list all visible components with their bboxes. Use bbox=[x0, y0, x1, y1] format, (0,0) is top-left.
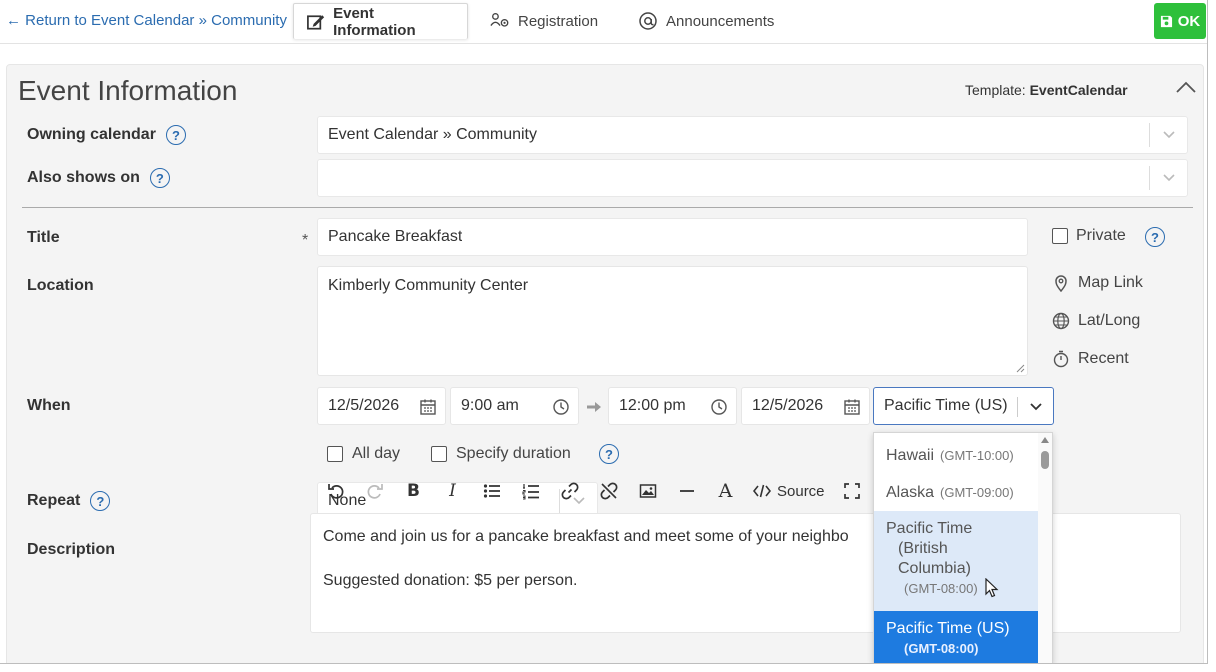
owning-calendar-select[interactable]: Event Calendar » Community bbox=[317, 116, 1188, 154]
unlink-icon bbox=[600, 482, 617, 500]
help-icon[interactable]: ? bbox=[165, 125, 186, 145]
top-bar: ← Return to Event Calendar » Community E… bbox=[0, 0, 1207, 44]
location-label: Location bbox=[27, 277, 94, 294]
image-button[interactable] bbox=[628, 476, 667, 506]
panel-title: Event Information bbox=[18, 75, 238, 106]
clock-icon[interactable] bbox=[552, 398, 570, 416]
end-date-input[interactable]: 12/5/2026 bbox=[741, 387, 870, 425]
horizontal-line-button[interactable] bbox=[667, 476, 706, 506]
chevron-down-icon bbox=[1149, 123, 1187, 147]
also-shows-on-select[interactable] bbox=[317, 159, 1188, 197]
title-label: Title bbox=[27, 229, 60, 246]
image-icon bbox=[639, 484, 656, 498]
checkbox[interactable] bbox=[1052, 228, 1068, 244]
bold-icon: B bbox=[407, 481, 420, 501]
people-gear-icon bbox=[490, 13, 509, 27]
edit-icon bbox=[307, 14, 325, 30]
font-color-icon: A bbox=[718, 480, 733, 502]
globe-icon bbox=[1052, 312, 1070, 330]
private-checkbox[interactable]: Private bbox=[1052, 227, 1126, 245]
stopwatch-icon bbox=[1053, 350, 1069, 368]
fullscreen-icon bbox=[844, 483, 860, 499]
bold-button[interactable]: B bbox=[394, 476, 433, 506]
at-sign-icon bbox=[639, 12, 657, 30]
location-input[interactable]: Kimberly Community Center bbox=[317, 266, 1028, 376]
when-label: When bbox=[27, 397, 71, 414]
bulleted-list-button[interactable] bbox=[472, 476, 511, 506]
scroll-up-icon[interactable] bbox=[1041, 437, 1049, 443]
calendar-icon[interactable] bbox=[419, 398, 437, 416]
timezone-option-hawaii[interactable]: Hawaii (GMT-10:00) bbox=[874, 443, 1038, 479]
tab-label: Event Information bbox=[333, 4, 416, 39]
end-time-input[interactable]: 12:00 pm bbox=[608, 387, 737, 425]
timezone-option-pacific-us[interactable]: Pacific Time (US) (GMT-08:00) bbox=[874, 611, 1038, 663]
link-icon bbox=[561, 482, 578, 500]
source-button[interactable]: Source bbox=[745, 476, 833, 506]
tab-event-information[interactable]: Event Information bbox=[293, 3, 468, 39]
font-color-button[interactable]: A bbox=[706, 476, 745, 506]
specify-duration-checkbox[interactable]: Specify duration bbox=[431, 445, 571, 463]
template-info: Template: EventCalendar bbox=[965, 82, 1128, 98]
select-separator bbox=[1017, 397, 1018, 417]
editor-toolbar: B I A Source bbox=[316, 476, 872, 506]
clock-icon[interactable] bbox=[710, 398, 728, 416]
return-link[interactable]: ← Return to Event Calendar » Community bbox=[6, 12, 287, 29]
italic-icon: I bbox=[449, 481, 456, 501]
section-divider bbox=[22, 207, 1193, 208]
map-pin-icon bbox=[1055, 275, 1067, 292]
help-icon[interactable]: ? bbox=[1145, 227, 1165, 247]
description-label: Description bbox=[27, 541, 116, 558]
owning-calendar-label: Owning calendar ? bbox=[27, 125, 186, 145]
numbered-list-button[interactable] bbox=[511, 476, 550, 506]
redo-button[interactable] bbox=[355, 476, 394, 506]
tab-label: Announcements bbox=[666, 12, 775, 30]
scroll-thumb[interactable] bbox=[1041, 451, 1049, 469]
arrow-right-icon bbox=[587, 402, 601, 412]
required-mark: * bbox=[302, 232, 309, 249]
unlink-button[interactable] bbox=[589, 476, 628, 506]
all-day-checkbox[interactable]: All day bbox=[327, 445, 400, 463]
help-icon[interactable]: ? bbox=[149, 168, 170, 188]
mouse-cursor-icon bbox=[985, 578, 999, 598]
recent-link[interactable]: Recent bbox=[1052, 350, 1129, 368]
repeat-label: Repeat ? bbox=[27, 491, 111, 511]
tab-label: Registration bbox=[518, 12, 599, 30]
map-link[interactable]: Map Link bbox=[1052, 274, 1143, 292]
title-input[interactable]: Pancake Breakfast bbox=[317, 218, 1028, 256]
save-icon bbox=[1160, 15, 1172, 27]
italic-button[interactable]: I bbox=[433, 476, 472, 506]
calendar-icon[interactable] bbox=[843, 398, 861, 416]
checkbox[interactable] bbox=[327, 446, 343, 462]
start-time-input[interactable]: 9:00 am bbox=[450, 387, 579, 425]
app-window: ← Return to Event Calendar » Community E… bbox=[0, 0, 1208, 664]
ok-button[interactable]: OK bbox=[1154, 3, 1206, 39]
also-shows-on-label: Also shows on ? bbox=[27, 168, 170, 188]
help-icon[interactable]: ? bbox=[90, 491, 111, 511]
resize-handle[interactable] bbox=[1015, 363, 1025, 373]
code-icon bbox=[753, 484, 771, 498]
dropdown-scrollbar[interactable] bbox=[1038, 433, 1052, 663]
checkbox[interactable] bbox=[431, 446, 447, 462]
chevron-up-icon[interactable] bbox=[1175, 79, 1197, 95]
lat-long-link[interactable]: Lat/Long bbox=[1052, 312, 1140, 330]
link-button[interactable] bbox=[550, 476, 589, 506]
timezone-dropdown: Hawaii (GMT-10:00) Alaska (GMT-09:00) Paci… bbox=[873, 432, 1053, 663]
horizontal-line-icon bbox=[679, 490, 694, 492]
bulleted-list-icon bbox=[483, 484, 500, 498]
start-date-input[interactable]: 12/5/2026 bbox=[317, 387, 446, 425]
redo-icon bbox=[367, 484, 383, 499]
tab-announcements[interactable]: Announcements bbox=[626, 3, 786, 39]
tab-registration[interactable]: Registration bbox=[478, 3, 610, 39]
help-icon[interactable]: ? bbox=[599, 444, 619, 464]
fullscreen-button[interactable] bbox=[833, 476, 872, 506]
numbered-list-icon bbox=[521, 484, 539, 500]
undo-icon bbox=[327, 484, 343, 499]
chevron-down-icon bbox=[1030, 403, 1042, 411]
timezone-option-pacific-bc[interactable]: Pacific Time (British Columbia) (GMT-08:… bbox=[874, 511, 1038, 611]
chevron-down-icon bbox=[1149, 166, 1187, 190]
undo-button[interactable] bbox=[316, 476, 355, 506]
timezone-select[interactable]: Pacific Time (US) bbox=[873, 387, 1054, 425]
